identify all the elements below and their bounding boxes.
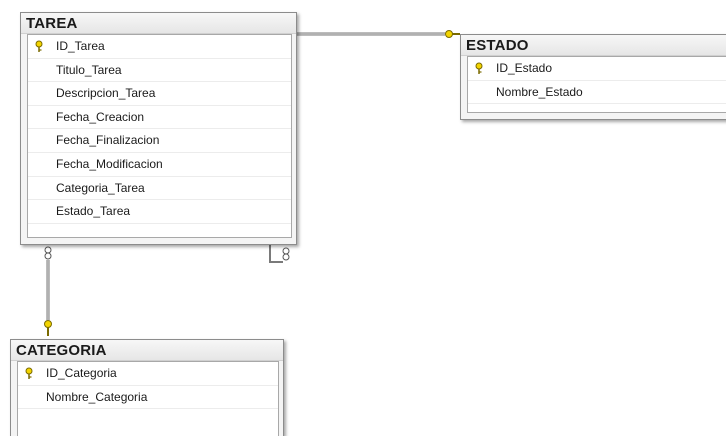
column-name: Fecha_Creacion [56,109,145,124]
column-row[interactable]: Categoria_Tarea [28,177,291,201]
column-name: Descripcion_Tarea [56,86,156,101]
column-name: Nombre_Estado [496,84,583,99]
relationship-tarea-categoria[interactable] [44,246,52,336]
column-name: Estado_Tarea [56,204,131,219]
empty-row[interactable] [18,409,278,432]
many-end-infinity-icon [44,246,52,260]
column-row[interactable]: Fecha_Creacion [28,106,291,130]
column-name: ID_Categoria [46,366,117,380]
table-estado[interactable]: ESTADO ID_Estado Nombre_Estado [460,34,726,120]
column-list: ID_Estado Nombre_Estado [467,56,726,113]
primary-key-icon [475,62,483,74]
column-list: ID_Tarea Titulo_Tarea Descripcion_Tarea … [27,34,292,238]
column-row[interactable]: Titulo_Tarea [28,59,291,83]
relationship-tarea-estado[interactable] [296,30,460,38]
empty-row[interactable] [468,104,726,127]
table-title: TAREA [21,13,296,34]
column-row[interactable]: Descripcion_Tarea [28,82,291,106]
column-name: Nombre_Categoria [46,389,148,404]
empty-row[interactable] [28,224,291,247]
column-row[interactable]: Nombre_Estado [468,81,726,105]
column-list: ID_Categoria Nombre_Categoria [17,361,279,436]
table-categoria[interactable]: CATEGORIA ID_Categoria Nombre_Categoria [10,339,284,436]
column-row[interactable]: Nombre_Categoria [18,386,278,410]
table-title: CATEGORIA [11,340,283,361]
column-row[interactable]: ID_Tarea [28,35,291,59]
many-end-infinity-icon [282,247,290,261]
table-tarea[interactable]: TAREA ID_Tarea Titulo_Tarea Descripcion_… [20,12,297,245]
column-name: Categoria_Tarea [56,180,145,195]
column-name: Fecha_Modificacion [56,156,163,171]
column-name: Titulo_Tarea [56,62,122,77]
column-row[interactable]: Fecha_Finalizacion [28,129,291,153]
column-row[interactable]: ID_Estado [468,57,726,81]
column-name: Fecha_Finalizacion [56,133,160,148]
one-end-key-icon [44,320,52,336]
column-name: ID_Tarea [56,39,105,53]
column-row[interactable]: Fecha_Modificacion [28,153,291,177]
column-name: ID_Estado [496,61,553,75]
relationship-tarea-self[interactable] [269,244,290,263]
primary-key-icon [35,40,43,52]
primary-key-icon [25,367,33,379]
one-end-key-icon [445,30,460,38]
table-title: ESTADO [461,35,726,56]
column-row[interactable]: ID_Categoria [18,362,278,386]
column-row[interactable]: Estado_Tarea [28,200,291,224]
